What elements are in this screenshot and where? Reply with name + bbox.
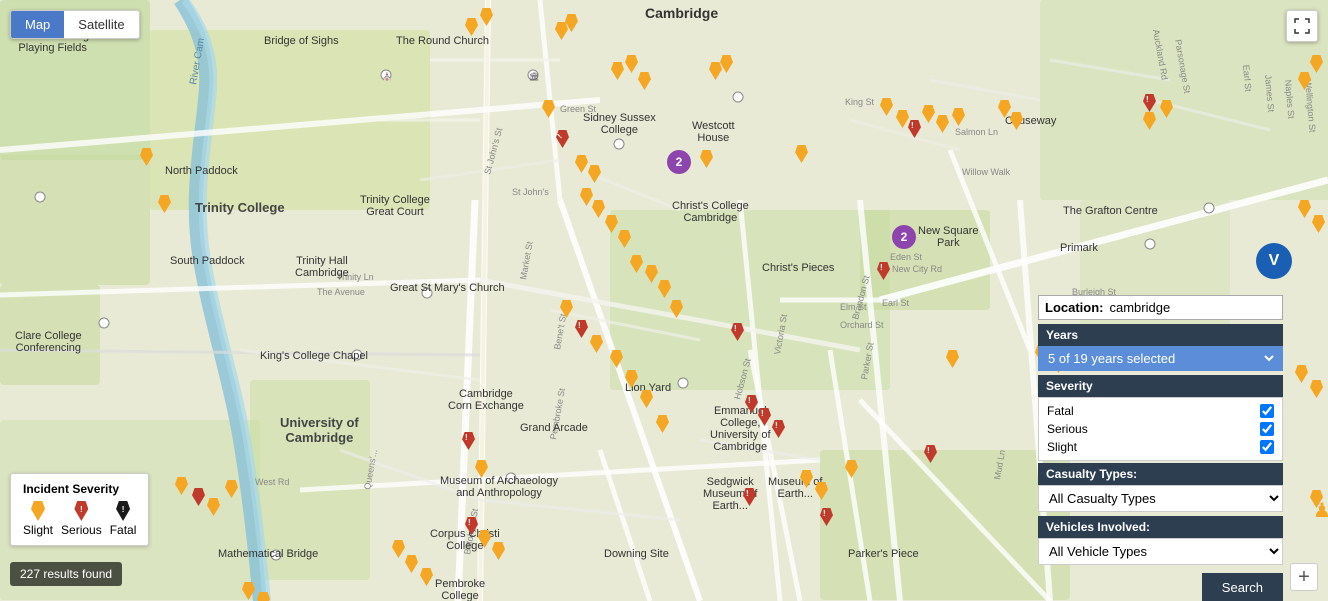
- severity-fatal-checkbox[interactable]: [1260, 404, 1274, 418]
- years-section-header: Years: [1038, 324, 1283, 346]
- severity-serious-label: Serious: [1047, 422, 1088, 436]
- search-button[interactable]: Search: [1202, 573, 1283, 601]
- map-type-map-button[interactable]: Map: [11, 11, 64, 38]
- serious-pin-icon: !: [74, 501, 88, 521]
- add-button[interactable]: +: [1290, 563, 1318, 591]
- severity-fatal: Fatal: [1047, 402, 1274, 420]
- legend-item-fatal: ! Fatal: [110, 501, 137, 537]
- severity-slight-checkbox[interactable]: [1260, 440, 1274, 454]
- fatal-pin-icon: !: [116, 501, 130, 521]
- severity-serious-checkbox[interactable]: [1260, 422, 1274, 436]
- severity-section-header: Severity: [1038, 375, 1283, 397]
- svg-text:West Rd: West Rd: [255, 477, 289, 487]
- years-select[interactable]: 5 of 19 years selected: [1044, 350, 1277, 367]
- severity-fatal-label: Fatal: [1047, 404, 1074, 418]
- vehicles-section-header: Vehicles Involved:: [1038, 516, 1283, 538]
- svg-text:Willow Walk: Willow Walk: [962, 167, 1011, 177]
- svg-text:🏛: 🏛: [529, 72, 539, 81]
- casualty-section-header: Casualty Types:: [1038, 463, 1283, 485]
- legend: Incident Severity Slight ! Serious ! Fat…: [10, 473, 149, 546]
- legend-slight-label: Slight: [23, 523, 53, 537]
- severity-section: Fatal Serious Slight: [1038, 397, 1283, 461]
- results-badge: 227 results found: [10, 562, 122, 586]
- svg-text:Earl St: Earl St: [882, 298, 910, 308]
- svg-text:Eden St: Eden St: [890, 252, 923, 262]
- svg-text:King St: King St: [845, 97, 875, 107]
- legend-title: Incident Severity: [23, 482, 136, 496]
- svg-text:New City Rd: New City Rd: [892, 264, 942, 274]
- severity-serious: Serious: [1047, 420, 1274, 438]
- svg-text:Green St: Green St: [560, 104, 597, 114]
- severity-slight: Slight: [1047, 438, 1274, 456]
- map-container: River Cam: [0, 0, 1328, 601]
- casualty-types-select[interactable]: All Casualty Types Pedestrian Cyclist Mo…: [1038, 485, 1283, 512]
- legend-items: Slight ! Serious ! Fatal: [23, 501, 136, 537]
- map-type-satellite-button[interactable]: Satellite: [64, 11, 138, 38]
- legend-item-serious: ! Serious: [61, 501, 102, 537]
- legend-item-slight: Slight: [23, 501, 53, 537]
- svg-text:The Avenue: The Avenue: [317, 287, 365, 297]
- search-row: Search: [1038, 569, 1283, 601]
- cluster-marker-2b[interactable]: 2: [892, 225, 916, 249]
- svg-text:⛪: ⛪: [382, 71, 392, 81]
- fullscreen-button[interactable]: [1286, 10, 1318, 42]
- svg-text:Trinity Ln: Trinity Ln: [337, 272, 374, 282]
- cluster-marker-2a[interactable]: 2: [667, 150, 691, 174]
- right-panel: Location: Years 5 of 19 years selected S…: [1038, 295, 1283, 601]
- legend-fatal-label: Fatal: [110, 523, 137, 537]
- svg-text:Salmon Ln: Salmon Ln: [955, 127, 998, 137]
- svg-text:Orchard St: Orchard St: [840, 320, 884, 330]
- v-marker[interactable]: V: [1256, 243, 1292, 279]
- location-input[interactable]: [1110, 300, 1286, 315]
- location-label: Location:: [1045, 300, 1104, 315]
- location-row: Location:: [1038, 295, 1283, 320]
- map-type-control: Map Satellite: [10, 10, 140, 39]
- vehicles-select[interactable]: All Vehicle Types Car Bicycle Motorcycle…: [1038, 538, 1283, 565]
- severity-slight-label: Slight: [1047, 440, 1077, 454]
- legend-serious-label: Serious: [61, 523, 102, 537]
- svg-text:St John's: St John's: [512, 187, 549, 197]
- years-select-row: 5 of 19 years selected: [1038, 346, 1283, 371]
- slight-pin-icon: [31, 501, 45, 521]
